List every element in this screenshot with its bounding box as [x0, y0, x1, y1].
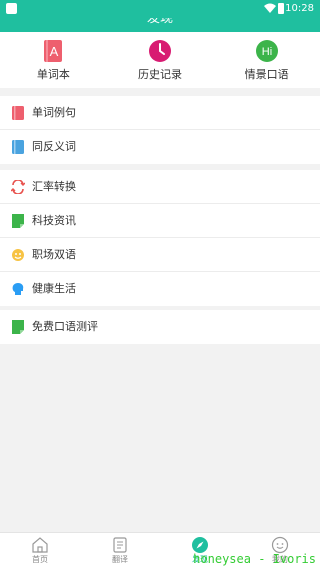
list-item-label: 汇率转换: [32, 180, 76, 193]
list-item-exchange-rate[interactable]: 汇率转换: [0, 170, 320, 204]
red-book-icon: [12, 106, 24, 120]
tab-translate[interactable]: 翻译: [80, 533, 160, 568]
blue-book-icon: [12, 140, 24, 154]
list-item-healthy-living[interactable]: 健康生活: [0, 272, 320, 306]
list-item-label: 单词例句: [32, 106, 76, 119]
tab-label: 首页: [32, 555, 48, 564]
quick-item-history[interactable]: 历史记录: [107, 32, 214, 88]
list-item-workplace-bilingual[interactable]: 职场双语: [0, 238, 320, 272]
list-item-label: 免费口语测评: [32, 320, 98, 333]
translate-icon: [113, 537, 127, 553]
list-item-word-examples[interactable]: 单词例句: [0, 96, 320, 130]
vocabulary-book-icon: A: [44, 40, 63, 62]
head-icon: [12, 283, 24, 295]
list-item-label: 科技资讯: [32, 214, 76, 227]
group-topics: 汇率转换 科技资讯 职场双语 健康生活: [0, 170, 320, 306]
list-item-tech-news[interactable]: 科技资讯: [0, 204, 320, 238]
green-note-icon: [12, 320, 24, 334]
list-item-label: 同反义词: [32, 140, 76, 153]
svg-text:A: A: [50, 44, 59, 59]
quick-item-vocabulary[interactable]: A 单词本: [0, 32, 107, 88]
group-speaking-test: 免费口语测评: [0, 310, 320, 344]
hi-chat-icon: Hi: [255, 40, 278, 62]
exchange-icon: [11, 180, 25, 194]
list-item-label: 健康生活: [32, 282, 76, 295]
tab-home[interactable]: 首页: [0, 533, 80, 568]
green-note-icon: [12, 214, 24, 228]
smile-face-icon: [12, 249, 24, 261]
list-item-label: 职场双语: [32, 248, 76, 261]
clock-icon: [149, 40, 171, 62]
quick-actions: A 单词本 历史记录 Hi 情景口语: [0, 32, 320, 88]
page-title: 发现: [146, 18, 173, 26]
list-item-synonyms[interactable]: 同反义词: [0, 130, 320, 164]
status-bar: 10:28: [0, 0, 320, 18]
wifi-icon: [264, 3, 276, 13]
quick-item-label: 情景口语: [244, 68, 289, 81]
home-icon: [32, 537, 48, 553]
battery-icon: [278, 3, 284, 14]
page-header: 发现: [0, 18, 320, 32]
svg-text:Hi: Hi: [261, 46, 271, 58]
watermark-text: honeysea - Ivoris: [193, 552, 316, 566]
group-words: 单词例句 同反义词: [0, 96, 320, 164]
list-item-free-speaking-test[interactable]: 免费口语测评: [0, 310, 320, 344]
app-notification-icon: [6, 3, 17, 14]
quick-item-label: 历史记录: [138, 68, 182, 81]
tab-label: 翻译: [112, 555, 128, 564]
quick-item-situational-speaking[interactable]: Hi 情景口语: [213, 32, 320, 88]
status-time: 10:28: [285, 3, 314, 14]
quick-item-label: 单词本: [36, 68, 70, 81]
